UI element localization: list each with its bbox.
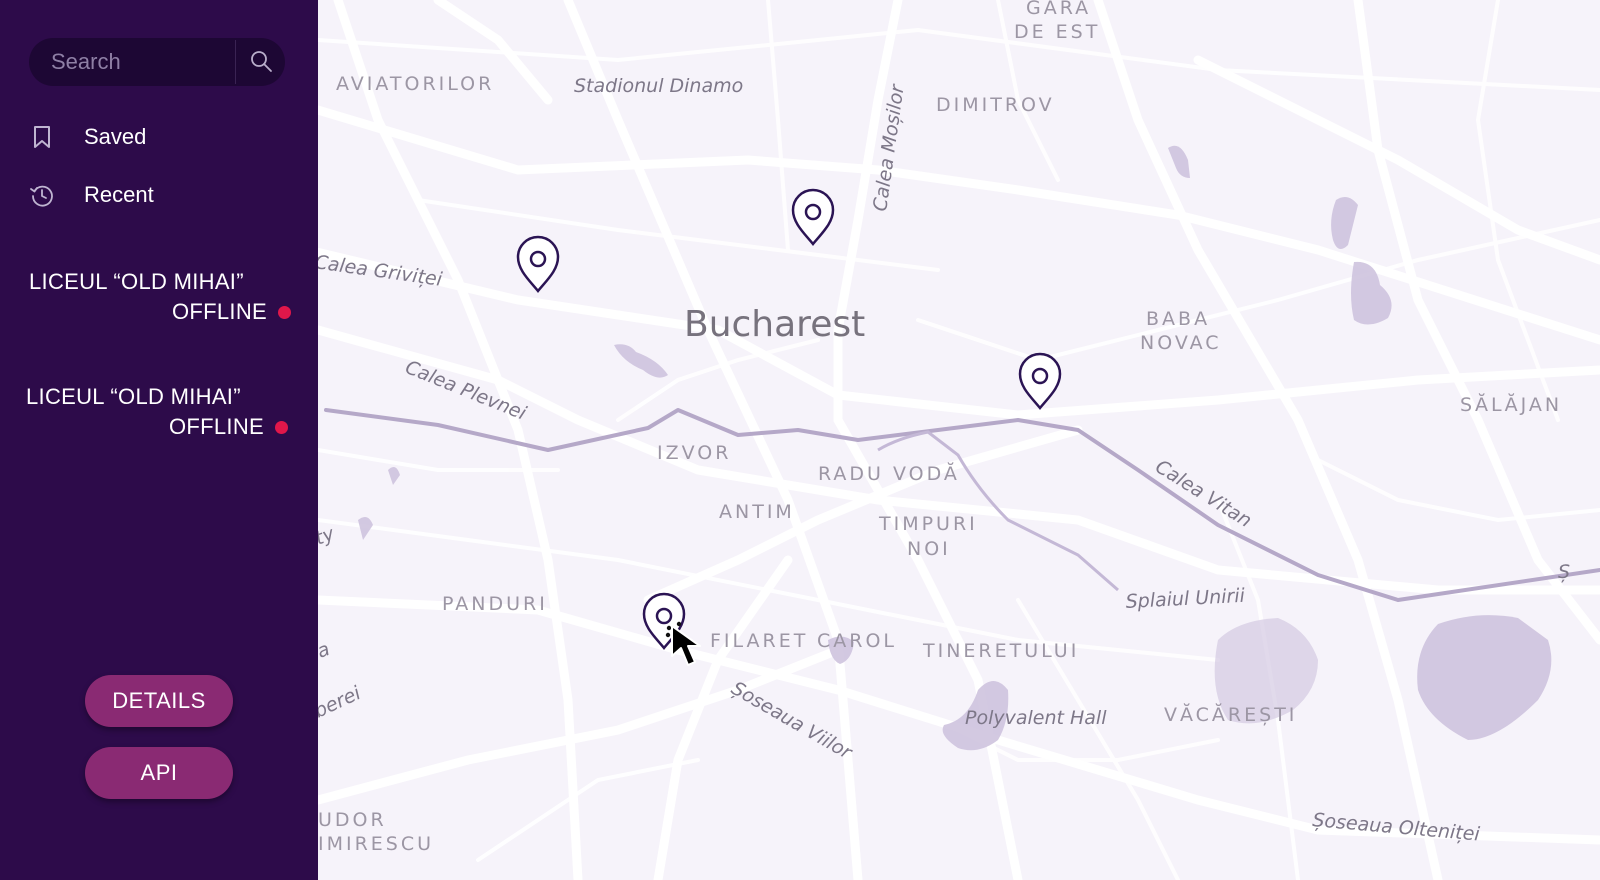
street-label: Ș	[1558, 561, 1570, 583]
search-box	[29, 38, 285, 86]
offline-status-dot	[275, 420, 288, 434]
area-label: IMIRESCU	[318, 833, 434, 855]
area-label: FILARET	[710, 630, 808, 652]
street-label: berei	[318, 682, 365, 723]
area-label: UDOR	[318, 809, 387, 831]
area-label: TIMPURI	[878, 513, 978, 535]
area-label: RADU VODĂ	[818, 461, 960, 485]
details-button[interactable]: DETAILS	[85, 675, 233, 727]
school-item[interactable]: LICEUL “OLD MIHAI” OFFLINE	[26, 384, 288, 440]
bookmark-icon	[29, 124, 55, 150]
area-label: NOI	[907, 538, 951, 560]
street-label: Calea Vitan	[1151, 456, 1255, 532]
map-canvas[interactable]: GARA DE EST AVIATORILOR DIMITROV BABA NO…	[318, 0, 1600, 880]
area-label: BABA	[1146, 308, 1210, 330]
street-label: Polyvalent Hall	[965, 707, 1107, 729]
history-icon	[29, 182, 55, 208]
school-status: OFFLINE	[172, 299, 267, 324]
map-pin-icon[interactable]	[791, 188, 835, 246]
area-label: SĂLĂJAN	[1460, 392, 1562, 416]
map-pin-icon[interactable]	[516, 235, 560, 293]
school-item[interactable]: LICEUL “OLD MIHAI” OFFLINE	[29, 269, 291, 325]
area-label: ANTIM	[719, 501, 795, 523]
street-label: Stadionul Dinamo	[574, 75, 743, 97]
school-status-row: OFFLINE	[29, 299, 291, 325]
map[interactable]: GARA DE EST AVIATORILOR DIMITROV BABA NO…	[318, 0, 1600, 880]
area-label: AVIATORILOR	[336, 73, 494, 95]
area-label: IZVOR	[657, 442, 731, 464]
street-label: ty	[318, 522, 338, 549]
nav-item-saved[interactable]: Saved	[29, 119, 146, 155]
area-label: PANDURI	[442, 593, 548, 615]
nav-item-recent[interactable]: Recent	[29, 177, 154, 213]
search-button[interactable]	[236, 38, 285, 86]
map-pin-icon[interactable]	[1018, 352, 1062, 410]
search-input[interactable]	[29, 38, 234, 86]
school-status: OFFLINE	[169, 414, 264, 439]
area-label: TINERETULUI	[922, 640, 1079, 662]
area-label: NOVAC	[1140, 332, 1222, 354]
street-label: a	[318, 638, 333, 663]
sidebar: Saved Recent LICEUL “OLD MIHAI” OFFLINE …	[0, 0, 318, 880]
school-status-row: OFFLINE	[26, 414, 288, 440]
area-label: CAROL	[817, 630, 897, 652]
api-button[interactable]: API	[85, 747, 233, 799]
city-label: Bucharest	[684, 304, 865, 345]
street-label: Șoseaua Olteniței	[1312, 809, 1482, 846]
area-label: GARA	[1026, 0, 1091, 19]
school-name: LICEUL “OLD MIHAI”	[26, 384, 241, 409]
area-label: VĂCĂREȘTI	[1164, 702, 1297, 726]
search-icon	[250, 51, 272, 72]
nav-item-label: Recent	[84, 182, 154, 207]
street-label: Calea Griviței	[318, 251, 444, 291]
school-name: LICEUL “OLD MIHAI”	[29, 269, 244, 294]
offline-status-dot	[278, 305, 291, 319]
street-label: Splaiul Unirii	[1125, 585, 1246, 613]
area-label: DE EST	[1014, 21, 1100, 43]
nav-item-label: Saved	[84, 124, 147, 149]
area-label: DIMITROV	[936, 94, 1055, 116]
